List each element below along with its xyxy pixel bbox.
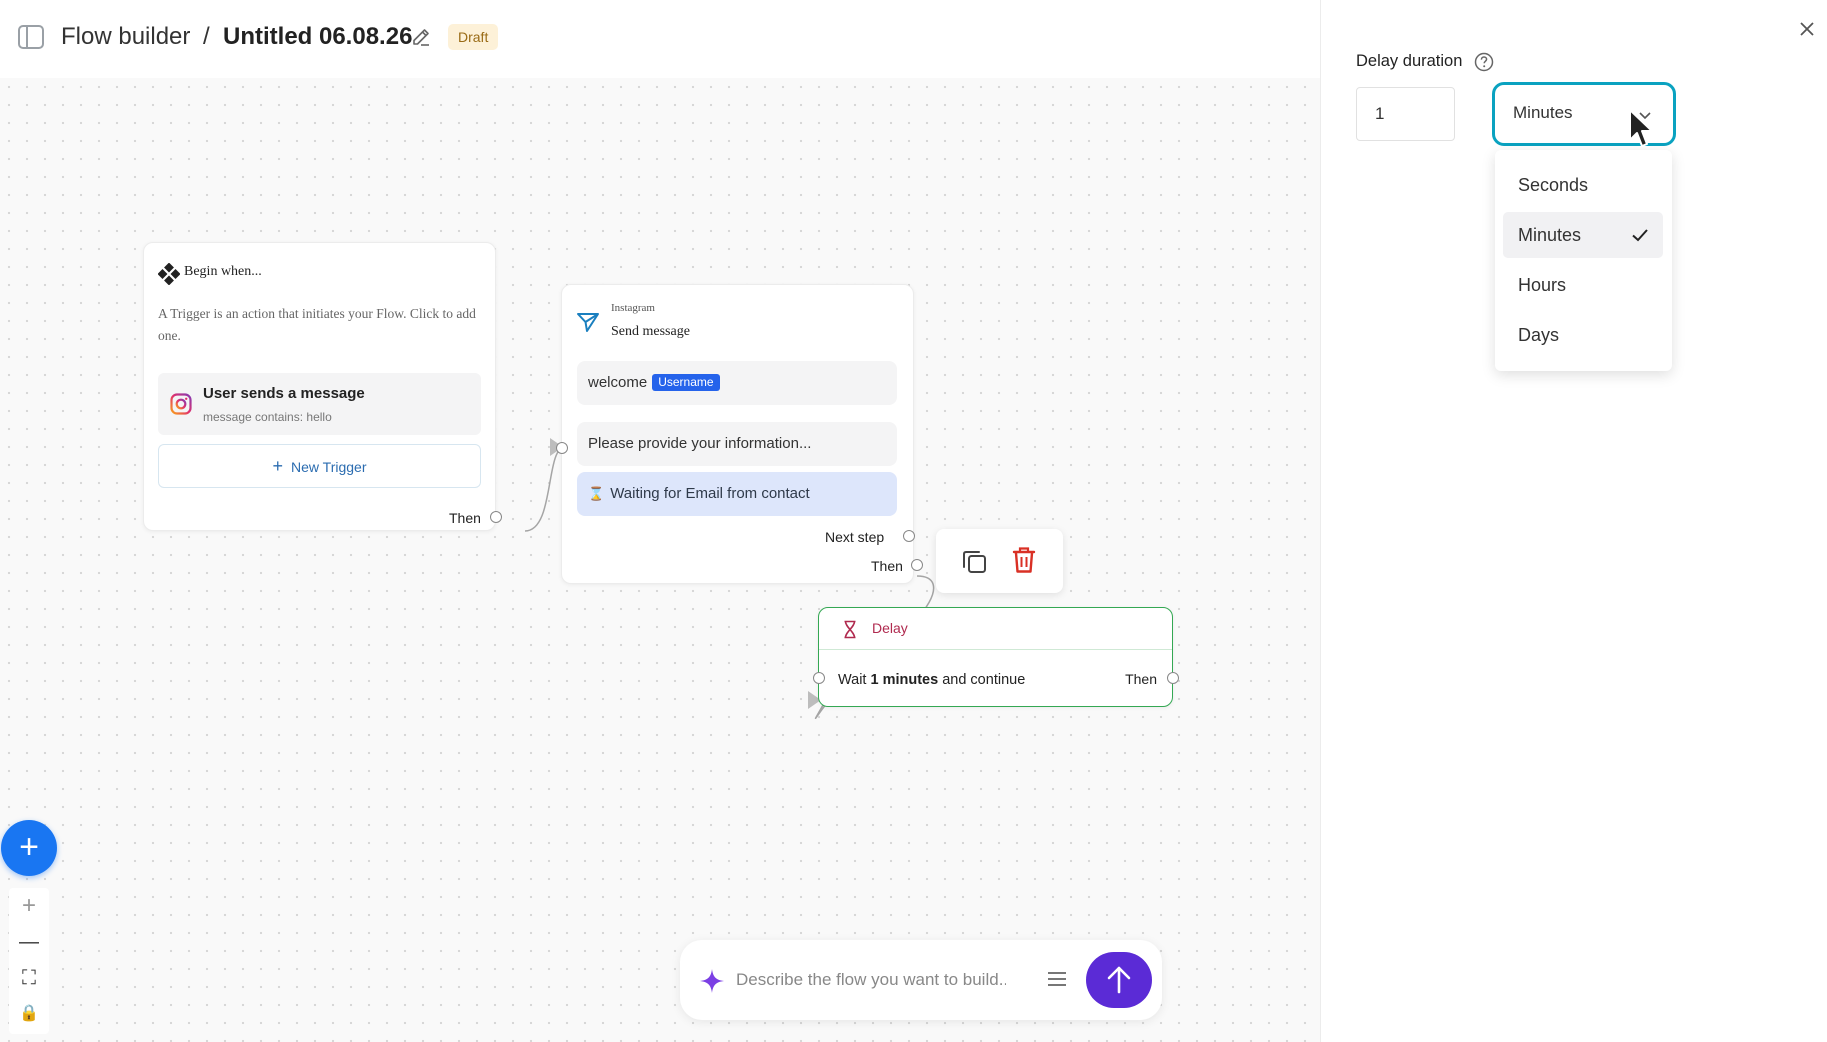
submit-prompt-button[interactable] [1086,952,1152,1008]
send-node-platform: Instagram [611,302,655,314]
delay-text-prefix: Wait [838,672,871,688]
sidebar-toggle-icon[interactable] [18,25,44,49]
delay-duration-label: Delay duration [1356,52,1463,70]
send-input-port[interactable] [556,442,568,454]
fit-view-button[interactable]: ⛶ [9,960,49,996]
message-text: welcome [588,374,648,391]
delay-output-port[interactable] [1167,672,1179,684]
node-action-toolbar [936,529,1063,593]
new-trigger-label: New Trigger [291,459,367,475]
breadcrumb-app[interactable]: Flow builder [61,23,190,51]
zoom-in-button[interactable]: + [9,888,49,924]
unit-option-hours[interactable]: Hours [1503,262,1663,308]
mouse-cursor-icon [1629,109,1653,147]
flow-prompt-input[interactable] [734,960,1008,1000]
trash-icon[interactable] [1010,545,1038,575]
unit-option-days[interactable]: Days [1503,312,1663,358]
delay-then-label: Then [1125,671,1157,687]
instagram-icon [170,393,192,415]
copy-icon[interactable] [960,547,988,575]
paper-plane-icon [577,313,599,332]
message-bubble-prompt[interactable]: Please provide your information... [577,422,897,466]
delay-text-value: 1 minutes [870,672,939,688]
delay-unit-value: Minutes [1513,103,1573,122]
breadcrumb-separator: / [203,23,210,50]
check-icon [1632,229,1648,242]
trigger-output-port[interactable] [490,511,502,523]
trigger-diamond-icon [158,263,180,285]
trigger-item-label: User sends a message [203,385,365,402]
edge-trigger-to-send [524,446,566,532]
trigger-item[interactable]: User sends a message message contains: h… [158,373,481,435]
status-badge: Draft [448,24,499,50]
send-message-node[interactable]: Instagram Send message welcome Username P… [556,284,923,584]
unit-option-seconds[interactable]: Seconds [1503,162,1663,208]
send-then-label: Then [871,558,903,574]
waiting-for-input-box[interactable]: ⌛ Waiting for Email from contact [577,472,897,516]
trigger-then-label: Then [449,510,481,526]
delay-input-port[interactable] [813,672,825,684]
waiting-text: Waiting for Email from contact [610,485,810,502]
delay-text-suffix: and continue [938,672,1026,688]
trigger-item-sublabel: message contains: hello [203,410,332,424]
hourglass-icon: ⌛ [588,486,605,501]
help-icon[interactable] [1474,52,1494,72]
delay-unit-dropdown: Seconds Minutes Hours Days [1495,150,1672,371]
unit-option-minutes[interactable]: Minutes [1503,212,1663,258]
zoom-controls: + — ⛶ 🔒 [9,888,49,1034]
top-bar: Flow builder / Untitled 06.08.26 Draft [0,0,1320,78]
delay-duration-input[interactable] [1356,87,1455,141]
edit-pencil-icon[interactable] [410,26,432,48]
close-icon[interactable] [1797,19,1817,39]
add-node-button[interactable]: + [1,820,57,876]
message-bubble-welcome[interactable]: welcome Username [577,361,897,405]
trigger-node[interactable]: Begin when... A Trigger is an action tha… [143,242,502,531]
delay-node-title: Delay [872,620,908,636]
next-step-label: Next step [825,529,885,545]
hourglass-icon [844,620,856,639]
username-tag: Username [652,374,720,391]
send-node-title: Send message [611,324,690,339]
ai-prompt-bar [680,940,1162,1020]
next-step-port[interactable] [903,530,915,542]
sparkle-icon [700,969,724,993]
menu-lines-icon[interactable] [1046,968,1068,990]
delay-node[interactable]: Delay Wait 1 minutes and continue Then [813,607,1179,707]
delay-node-description: Wait 1 minutes and continue [838,672,1025,688]
trigger-node-description: A Trigger is an action that initiates yo… [158,306,476,343]
flow-canvas[interactable]: Begin when... A Trigger is an action tha… [0,78,1320,1042]
lock-icon[interactable]: 🔒 [9,996,49,1032]
unit-option-minutes-label: Minutes [1518,225,1582,245]
plus-icon: + [272,456,284,476]
arrow-up-icon [1107,966,1131,994]
trigger-node-title: Begin when... [184,264,262,279]
send-output-port[interactable] [911,559,923,571]
zoom-out-button[interactable]: — [9,924,49,960]
delay-node-header: Delay [819,608,1172,650]
flow-title: Untitled 06.08.26 [223,23,413,50]
new-trigger-button[interactable]: + New Trigger [158,444,481,488]
